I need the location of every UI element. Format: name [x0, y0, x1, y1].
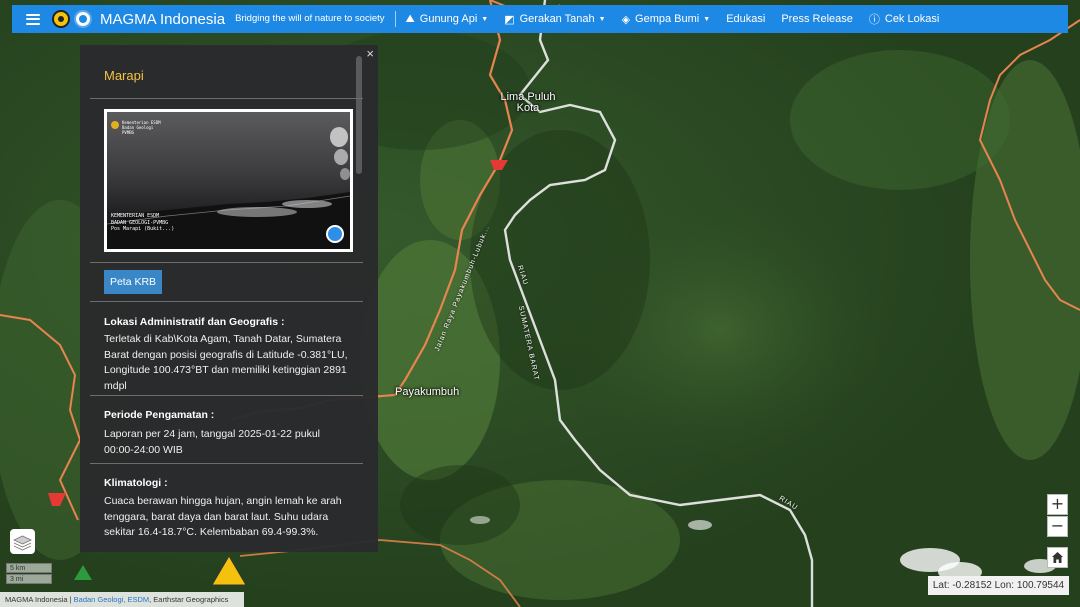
webcam-photo: Kementerian ESDM Badan Geologi PVMBG KEM… — [107, 112, 350, 249]
nav-gunung-api[interactable]: ⛰ Gunung Api ▼ — [406, 13, 489, 26]
home-button[interactable] — [1047, 547, 1068, 568]
divider — [90, 395, 363, 396]
landslide-icon: ◩ — [504, 13, 515, 26]
caret-down-icon: ▼ — [703, 15, 711, 23]
section-body: Laporan per 24 jam, tanggal 2025-01-22 p… — [104, 428, 320, 456]
panel-scrollbar[interactable] — [356, 56, 362, 174]
layers-icon — [13, 535, 32, 551]
section-heading: Lokasi Administratif dan Geografis : — [104, 316, 285, 328]
section-body: Terletak di Kab\Kota Agam, Tanah Datar, … — [104, 333, 348, 392]
place-label: Lima Puluh Kota — [500, 91, 556, 114]
nav-edukasi[interactable]: Edukasi — [726, 13, 765, 25]
nav-gerakan-tanah[interactable]: ◩ Gerakan Tanah ▼ — [504, 13, 605, 26]
info-icon: ⓘ — [868, 14, 880, 26]
divider — [90, 262, 363, 263]
map-attribution: MAGMA Indonesia | Badan Geologi, ESDM, E… — [0, 592, 244, 607]
caret-down-icon: ▼ — [598, 15, 606, 23]
panel-title: Marapi — [104, 68, 144, 83]
esdm-logo — [52, 10, 70, 28]
zoom-out-button[interactable]: − — [1047, 516, 1068, 537]
nav-label: Gempa Bumi — [635, 13, 700, 25]
home-icon — [1052, 552, 1063, 563]
close-icon[interactable]: × — [366, 46, 374, 61]
section-heading: Klimatologi : — [104, 477, 168, 489]
magma-logo — [74, 10, 92, 28]
nav-label: Cek Lokasi — [884, 13, 940, 25]
peta-krb-button[interactable]: Peta KRB — [104, 270, 162, 294]
nav-label: Press Release — [781, 13, 853, 25]
place-label: Payakumbuh — [395, 386, 460, 398]
zoom-in-button[interactable]: + — [1047, 494, 1068, 515]
webcam-org-label: Kementerian ESDM Badan Geologi PVMBG — [122, 120, 161, 135]
menu-icon[interactable] — [26, 13, 40, 25]
coordinate-readout: Lat: -0.28152 Lon: 100.79544 — [928, 576, 1069, 595]
brand-tagline: Bridging the will of nature to society — [235, 11, 396, 27]
webcam-overlay-text: KEMENTERIAN ESDM BADAN GEOLOGI-PVMBG Pos… — [111, 213, 175, 232]
magma-badge-icon — [326, 225, 344, 243]
webcam-image[interactable]: Kementerian ESDM Badan Geologi PVMBG KEM… — [104, 109, 353, 252]
esdm-logo — [111, 121, 119, 129]
scale-km: 5 km — [6, 563, 52, 573]
scale-mi: 3 mi — [6, 574, 52, 584]
nav-gempa-bumi[interactable]: ◈ Gempa Bumi ▼ — [622, 13, 711, 26]
section-heading: Periode Pengamatan : — [104, 409, 215, 421]
earthquake-icon: ◈ — [621, 13, 631, 26]
section-body: Cuaca berawan hingga hujan, angin lemah … — [104, 495, 342, 538]
divider — [90, 463, 363, 464]
volcano-info-panel: × Marapi Kementerian ESDM Badan Geologi … — [80, 45, 378, 552]
top-navbar: MAGMA Indonesia Bridging the will of nat… — [12, 5, 1068, 33]
mountain-icon: ⛰ — [405, 12, 415, 25]
basemap-layers-button[interactable] — [10, 529, 35, 554]
brand-title[interactable]: MAGMA Indonesia — [100, 11, 225, 28]
caret-down-icon: ▼ — [481, 15, 489, 23]
nav-press-release[interactable]: Press Release — [781, 13, 853, 25]
divider — [90, 301, 363, 302]
nav-label: Edukasi — [726, 13, 766, 25]
nav-label: Gunung Api — [419, 13, 478, 25]
nav-label: Gerakan Tanah — [519, 13, 595, 25]
attribution-link[interactable]: Badan Geologi, ESDM — [74, 595, 149, 604]
nav-cek-lokasi[interactable]: ⓘ Cek Lokasi — [869, 11, 939, 27]
divider — [90, 98, 363, 99]
